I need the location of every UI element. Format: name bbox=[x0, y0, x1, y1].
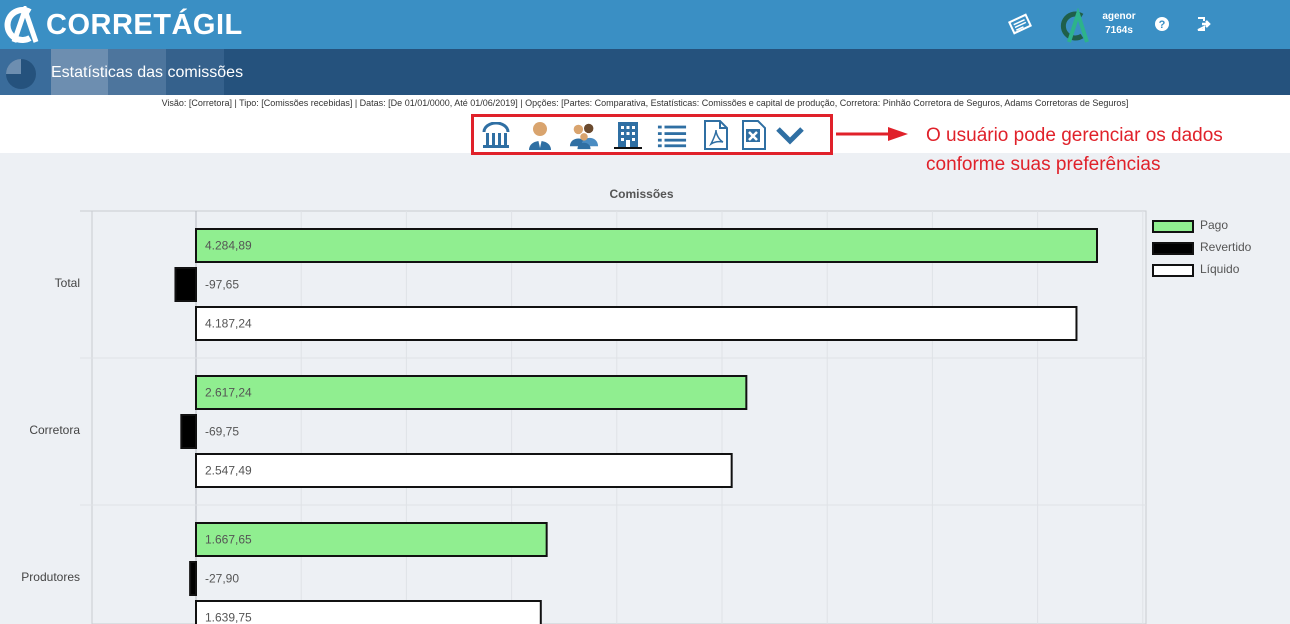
pdf-icon[interactable] bbox=[701, 120, 731, 150]
bar-líquido bbox=[195, 306, 1078, 341]
bar-líquido bbox=[195, 453, 733, 488]
logout-icon[interactable] bbox=[1192, 12, 1216, 36]
data-label: 1.667,65 bbox=[205, 533, 252, 547]
legend-label: Revertido bbox=[1200, 240, 1252, 254]
data-label: 4.284,89 bbox=[205, 239, 252, 253]
data-label: -97,65 bbox=[205, 278, 239, 292]
data-label: -27,90 bbox=[205, 572, 239, 586]
annotation-note: O usuário pode gerenciar os dados confor… bbox=[926, 121, 1223, 179]
user-code: 7164s bbox=[1105, 25, 1133, 36]
bar-revertido bbox=[174, 267, 197, 302]
svg-text:?: ? bbox=[1159, 19, 1166, 31]
plot-frame bbox=[91, 210, 1147, 624]
data-label: -69,75 bbox=[205, 425, 239, 439]
app-brand: CORRETÁGIL bbox=[46, 9, 243, 41]
list-icon[interactable] bbox=[657, 120, 687, 150]
annotation-line-2: conforme suas preferências bbox=[926, 154, 1161, 175]
legend-label: Pago bbox=[1200, 218, 1229, 232]
excel-icon[interactable] bbox=[739, 120, 769, 150]
bar-revertido bbox=[189, 561, 197, 596]
filter-summary: Visão: [Corretora] | Tipo: [Comissões re… bbox=[161, 98, 1129, 108]
legend-swatch bbox=[1152, 242, 1194, 255]
annotation-arrow bbox=[836, 127, 908, 141]
data-label: 2.547,49 bbox=[205, 464, 252, 478]
building-icon[interactable] bbox=[613, 120, 643, 150]
category-label: Total bbox=[55, 276, 80, 290]
corretagil-logo bbox=[4, 6, 39, 43]
data-label: 2.617,24 bbox=[205, 386, 252, 400]
user-avatar[interactable] bbox=[1056, 8, 1092, 44]
pie-chart-icon bbox=[6, 59, 36, 89]
data-label: 4.187,24 bbox=[205, 317, 252, 331]
app-header: CORRETÁGIL agenor 7164s ? bbox=[0, 0, 1290, 49]
bar-pago bbox=[195, 228, 1098, 263]
chevron-down-icon[interactable] bbox=[775, 120, 805, 150]
commissions-chart: Total 4.284,89 -97,65 4.187,24 Corretora 2.61… bbox=[21, 210, 1147, 624]
help-icon[interactable]: ? bbox=[1150, 12, 1174, 36]
chart-title: Comissões bbox=[609, 187, 674, 201]
category-label: Produtores bbox=[21, 570, 80, 584]
bar-pago bbox=[195, 375, 748, 410]
legend-swatch bbox=[1152, 220, 1194, 233]
bank-icon[interactable] bbox=[481, 120, 511, 150]
category-label: Corretora bbox=[29, 423, 80, 437]
user-name: agenor bbox=[1102, 11, 1136, 22]
newspaper-icon[interactable] bbox=[1008, 12, 1032, 36]
page-title: Estatísticas das comissões bbox=[51, 64, 244, 81]
legend-label: Líquido bbox=[1200, 262, 1240, 276]
annotation-line-1: O usuário pode gerenciar os dados bbox=[926, 125, 1223, 146]
page-header: Estatísticas das comissões bbox=[0, 49, 1290, 95]
person-icon[interactable] bbox=[525, 120, 555, 150]
group-icon[interactable] bbox=[569, 120, 599, 150]
data-label: 1.639,75 bbox=[205, 611, 252, 624]
bar-revertido bbox=[180, 414, 197, 449]
legend-swatch bbox=[1152, 264, 1194, 277]
user-info[interactable]: agenor 7164s bbox=[1100, 10, 1138, 38]
